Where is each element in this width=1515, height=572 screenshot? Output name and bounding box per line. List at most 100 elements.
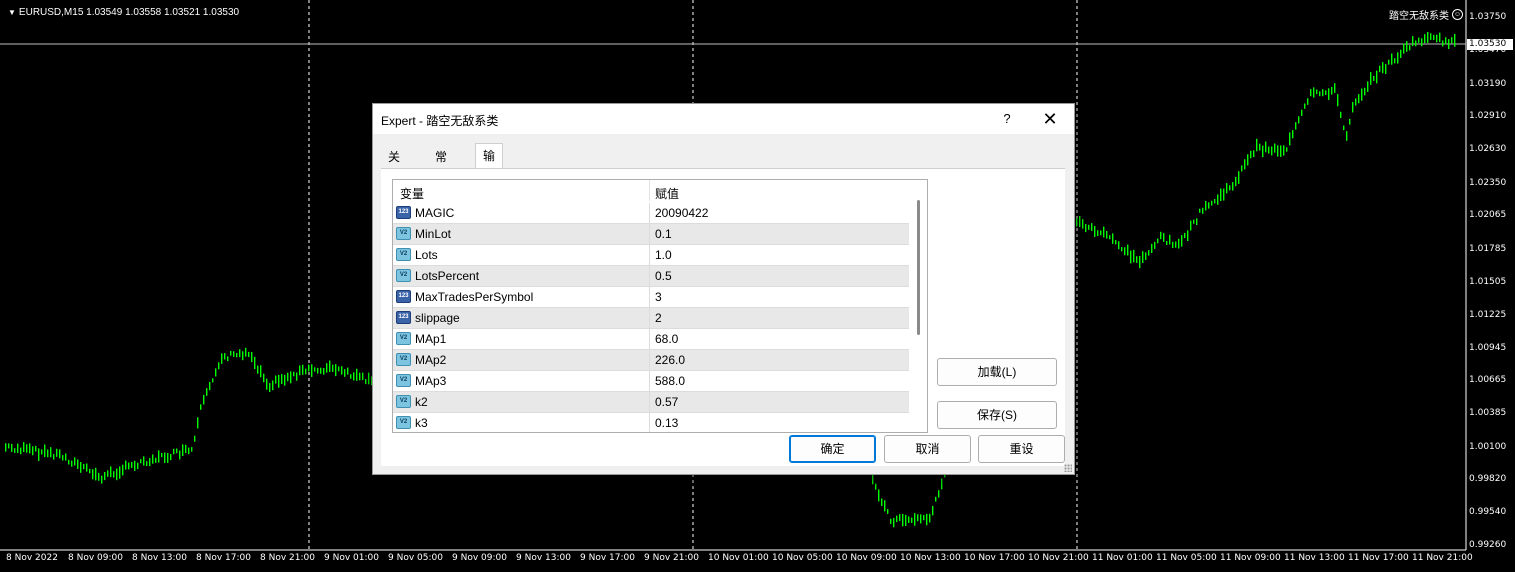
load-button[interactable]: 加载(L) bbox=[937, 358, 1057, 386]
param-value[interactable]: 226.0 bbox=[655, 353, 685, 367]
candle-bar bbox=[206, 388, 208, 396]
time-label: 8 Nov 13:00 bbox=[132, 553, 187, 563]
candle-bar bbox=[875, 483, 877, 490]
ok-button[interactable]: 确定 bbox=[789, 435, 876, 463]
candle-bar bbox=[1253, 150, 1255, 158]
time-label: 11 Nov 21:00 bbox=[1412, 553, 1473, 563]
column-value[interactable]: 赋值 bbox=[655, 185, 679, 202]
candle-bar bbox=[926, 513, 928, 526]
param-row[interactable]: V2 k2 0.57 bbox=[393, 392, 909, 413]
candle-bar bbox=[233, 351, 235, 357]
tab-about[interactable]: 关于 bbox=[381, 146, 407, 186]
param-row[interactable]: 123 slippage 2 bbox=[393, 308, 909, 329]
candle-bar bbox=[1373, 76, 1375, 81]
time-label: 10 Nov 21:00 bbox=[1028, 553, 1089, 563]
time-label: 10 Nov 01:00 bbox=[708, 553, 769, 563]
param-row[interactable]: V2 MinLot 0.1 bbox=[393, 224, 909, 245]
candle-bar bbox=[878, 489, 880, 502]
candle-bar bbox=[104, 472, 106, 481]
candle-bar bbox=[1286, 147, 1288, 152]
param-value[interactable]: 2 bbox=[655, 311, 662, 325]
candle-bar bbox=[1214, 199, 1216, 204]
time-label: 11 Nov 13:00 bbox=[1284, 553, 1345, 563]
candle-bar bbox=[1097, 230, 1099, 236]
grid-scrollbar[interactable] bbox=[910, 180, 926, 432]
candle-bar bbox=[1172, 241, 1174, 248]
price-label: 0.99260 bbox=[1469, 540, 1507, 550]
header-dropdown-icon[interactable]: ▼ bbox=[8, 8, 16, 17]
cancel-button[interactable]: 取消 bbox=[884, 435, 971, 463]
param-row[interactable]: V2 k3 0.13 bbox=[393, 413, 909, 432]
double-icon: V2 bbox=[396, 353, 411, 366]
candle-bar bbox=[1148, 250, 1150, 256]
candle-bar bbox=[1352, 102, 1354, 113]
candle-bar bbox=[1343, 125, 1345, 131]
expert-badge[interactable]: 踏空无敌系类 ☺ bbox=[1389, 7, 1463, 22]
candle-bar bbox=[1271, 146, 1273, 156]
param-name: Lots bbox=[415, 248, 438, 262]
candle-bar bbox=[32, 446, 34, 456]
param-row[interactable]: 123 MAGIC 20090422 bbox=[393, 203, 909, 224]
candle-bar bbox=[1322, 89, 1324, 97]
candle-bar bbox=[872, 473, 874, 485]
candle-bar bbox=[1403, 43, 1405, 54]
candle-bar bbox=[131, 462, 133, 468]
param-value[interactable]: 588.0 bbox=[655, 374, 685, 388]
param-row[interactable]: V2 MAp3 588.0 bbox=[393, 371, 909, 392]
param-value[interactable]: 1.0 bbox=[655, 248, 672, 262]
candle-bar bbox=[896, 515, 898, 523]
column-divider[interactable] bbox=[649, 180, 650, 201]
param-value[interactable]: 0.5 bbox=[655, 269, 672, 283]
param-value[interactable]: 20090422 bbox=[655, 206, 708, 220]
param-value[interactable]: 0.57 bbox=[655, 395, 678, 409]
candle-bar bbox=[71, 460, 73, 467]
candle-bar bbox=[1238, 171, 1240, 184]
param-row[interactable]: 123 MaxTradesPerSymbol 3 bbox=[393, 287, 909, 308]
param-row[interactable]: V2 LotsPercent 0.5 bbox=[393, 266, 909, 287]
candle-bar bbox=[209, 381, 211, 391]
candle-bar bbox=[1304, 103, 1306, 109]
tab-common[interactable]: 常用 bbox=[428, 146, 454, 186]
param-row[interactable]: V2 MAp1 68.0 bbox=[393, 329, 909, 350]
candle-bar bbox=[1250, 150, 1252, 159]
candle-bar bbox=[1379, 65, 1381, 73]
candle-bar bbox=[221, 353, 223, 364]
param-row[interactable]: V2 MAp2 226.0 bbox=[393, 350, 909, 371]
double-icon: V2 bbox=[396, 248, 411, 261]
candle-bar bbox=[203, 394, 205, 405]
tab-inputs[interactable]: 输入参数 bbox=[475, 143, 504, 238]
time-label: 10 Nov 05:00 bbox=[772, 553, 833, 563]
param-value[interactable]: 0.13 bbox=[655, 416, 678, 430]
candle-bar bbox=[68, 459, 70, 465]
candle-bar bbox=[1232, 182, 1234, 191]
time-label: 11 Nov 01:00 bbox=[1092, 553, 1153, 563]
param-value[interactable]: 3 bbox=[655, 290, 662, 304]
reset-button[interactable]: 重设 bbox=[978, 435, 1065, 463]
candle-bar bbox=[251, 352, 253, 362]
candle-bar bbox=[239, 349, 241, 358]
close-button[interactable]: ✕ bbox=[1035, 104, 1065, 134]
candle-bar bbox=[1331, 87, 1333, 95]
candle-bar bbox=[113, 471, 115, 478]
candle-bar bbox=[1307, 98, 1309, 105]
param-value[interactable]: 0.1 bbox=[655, 227, 672, 241]
cell-divider bbox=[649, 203, 650, 223]
candle-bar bbox=[1220, 188, 1222, 201]
param-row[interactable]: V2 Lots 1.0 bbox=[393, 245, 909, 266]
candle-bar bbox=[1256, 138, 1258, 152]
candle-bar bbox=[1151, 243, 1153, 253]
resize-grip-icon[interactable] bbox=[1064, 464, 1072, 472]
scrollbar-thumb[interactable] bbox=[917, 200, 920, 335]
time-label: 10 Nov 13:00 bbox=[900, 553, 961, 563]
inputs-grid[interactable]: 变量 赋值 123 MAGIC 20090422 V2 MinLot 0.1 V2 Lots 1… bbox=[392, 179, 928, 433]
help-button[interactable]: ? bbox=[995, 104, 1019, 134]
column-variable[interactable]: 变量 bbox=[400, 185, 424, 202]
dialog-title-bar[interactable]: Expert - 踏空无敌系类 ? ✕ bbox=[373, 104, 1074, 134]
candle-bar bbox=[1397, 52, 1399, 64]
save-button[interactable]: 保存(S) bbox=[937, 401, 1057, 429]
candle-bar bbox=[1418, 37, 1420, 43]
candle-bar bbox=[1076, 218, 1078, 227]
param-value[interactable]: 68.0 bbox=[655, 332, 678, 346]
candle-bar bbox=[41, 449, 43, 455]
candle-bar bbox=[1193, 219, 1195, 224]
